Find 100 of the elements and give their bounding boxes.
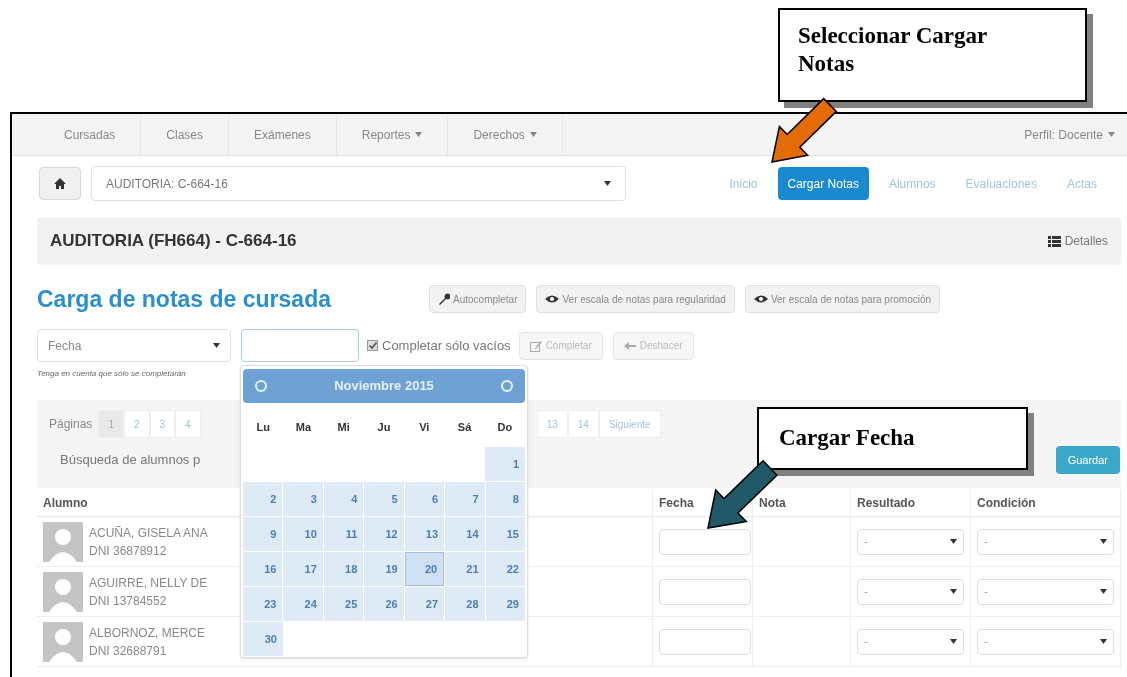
nav-menu-item[interactable]: Derechos	[448, 114, 563, 155]
date-input[interactable]	[659, 528, 751, 555]
caret-icon	[950, 589, 957, 594]
calendar-day[interactable]: 6	[404, 482, 445, 516]
calendar-day[interactable]: 29	[485, 587, 525, 621]
student-dni: DNI 13784552	[89, 592, 168, 610]
avatar-icon	[43, 521, 83, 562]
calendar-day[interactable]: 3	[283, 482, 323, 516]
month-title: Noviembre 2015	[334, 377, 434, 396]
nav-menu-item[interactable]: Clases	[141, 114, 230, 155]
page-link[interactable]: 4	[175, 410, 201, 438]
field-select[interactable]: Fecha	[37, 329, 231, 362]
course-select[interactable]: AUDITORIA: C-664-16	[91, 166, 626, 201]
calendar-day[interactable]: 21	[445, 552, 485, 586]
page-link[interactable]: Siguiente	[598, 410, 661, 438]
calendar-day[interactable]: 14	[445, 517, 485, 551]
student-dni: DNI 32688791	[89, 642, 168, 660]
nav-tab[interactable]: Inicio	[719, 167, 768, 200]
details-link[interactable]: Detalles	[1047, 232, 1108, 250]
condition-select[interactable]: -	[977, 528, 1114, 555]
home-icon	[54, 178, 66, 189]
calendar-day[interactable]: 5	[364, 482, 404, 516]
calendar-day[interactable]: 17	[283, 552, 323, 586]
home-button[interactable]	[39, 167, 81, 200]
calendar-day[interactable]: 1	[485, 447, 525, 481]
result-select[interactable]: -	[857, 628, 964, 655]
page-link[interactable]: 13	[536, 410, 568, 438]
calendar-day[interactable]: 27	[404, 587, 445, 621]
nav-tab[interactable]: Evaluaciones	[955, 167, 1047, 200]
calendar-day[interactable]: 18	[323, 552, 364, 586]
calendar-day[interactable]: 7	[445, 482, 485, 516]
weekday-label: Ma	[295, 419, 312, 435]
caret-icon	[1100, 589, 1107, 594]
eye-icon	[753, 293, 768, 305]
nav-menu-item[interactable]: Cursadas	[39, 114, 142, 155]
nav-tab[interactable]: Alumnos	[878, 167, 946, 200]
condition-select[interactable]: -	[977, 578, 1114, 605]
previous-month-icon[interactable]	[255, 380, 267, 392]
page-link[interactable]: 14	[567, 410, 599, 438]
nav-tab[interactable]: Actas	[1057, 167, 1107, 200]
wrench-icon	[438, 293, 450, 305]
weekday-label: Mi	[337, 419, 350, 435]
caret-icon	[950, 539, 957, 544]
scale-button[interactable]: Ver escala de notas para promoción	[744, 285, 941, 313]
calendar-day[interactable]: 11	[323, 517, 364, 551]
calendar-day[interactable]: 8	[485, 482, 525, 516]
student-name: ACUÑA, GISELA ANA	[89, 524, 208, 542]
calendar-day[interactable]: 23	[243, 587, 283, 621]
save-button[interactable]: Guardar	[1055, 446, 1120, 474]
calendar-day[interactable]: 16	[243, 552, 283, 586]
avatar-icon	[43, 621, 83, 662]
calendar-day[interactable]: 28	[445, 587, 485, 621]
calendar-day[interactable]: 15	[485, 517, 525, 551]
date-input[interactable]	[659, 578, 751, 605]
search-label: Búsqueda de alumnos p	[60, 451, 201, 470]
nav-menu-item[interactable]: Exámenes	[229, 114, 337, 155]
profile-menu[interactable]: Perfil: Docente	[1024, 125, 1117, 144]
scale-button[interactable]: Autocompletar	[429, 285, 527, 313]
column-header: Condición	[977, 495, 1036, 512]
callout-text: Seleccionar Cargar Notas	[798, 22, 988, 78]
caret-icon	[1100, 539, 1107, 544]
caret-icon	[213, 343, 220, 348]
date-input[interactable]	[659, 628, 751, 655]
weekday-label: Sá	[457, 419, 472, 435]
calendar-day[interactable]: 19	[364, 552, 404, 586]
calendar-day[interactable]: 12	[364, 517, 404, 551]
calendar-day[interactable]: 9	[243, 517, 283, 551]
calendar-day[interactable]: 10	[283, 517, 323, 551]
edit-icon	[529, 339, 542, 352]
weekday-label: Do	[497, 419, 513, 435]
weekday-label: Ju	[377, 419, 391, 435]
list-icon	[1047, 235, 1061, 247]
date-field[interactable]	[241, 329, 359, 362]
calendar-day[interactable]: 25	[323, 587, 364, 621]
nav-tab[interactable]: Cargar Notas	[777, 167, 869, 200]
page-link[interactable]: 3	[149, 410, 176, 438]
condition-select[interactable]: -	[977, 628, 1114, 655]
course-title: AUDITORIA (FH664) - C-664-16	[50, 230, 297, 253]
calendar-day[interactable]: 30	[243, 622, 283, 656]
calendar-day[interactable]: 26	[364, 587, 404, 621]
column-header: Alumno	[43, 495, 88, 512]
scale-button[interactable]: Ver escala de notas para regularidad	[536, 285, 735, 313]
calendar-day[interactable]: 24	[283, 587, 323, 621]
weekday-label: Lu	[256, 419, 270, 435]
only-empty-checkbox[interactable]: Completar sólo vacíos	[367, 335, 511, 356]
calendar-day[interactable]: 13	[404, 517, 445, 551]
page-link[interactable]: 2	[123, 410, 150, 438]
calendar-day[interactable]: 2	[243, 482, 283, 516]
result-select[interactable]: -	[857, 578, 964, 605]
page-title: Carga de notas de cursada	[37, 284, 333, 314]
calendar-day[interactable]: 22	[485, 552, 525, 586]
result-select[interactable]: -	[857, 528, 964, 555]
next-month-icon[interactable]	[501, 380, 513, 392]
avatar-icon	[43, 571, 83, 612]
callout-text: Cargar Fecha	[779, 424, 915, 453]
page-link[interactable]: 1	[98, 410, 124, 438]
nav-menu-item[interactable]: Reportes	[336, 114, 449, 155]
calendar-day[interactable]: 20	[404, 552, 445, 586]
caret-icon	[1100, 639, 1107, 644]
calendar-day[interactable]: 4	[323, 482, 364, 516]
